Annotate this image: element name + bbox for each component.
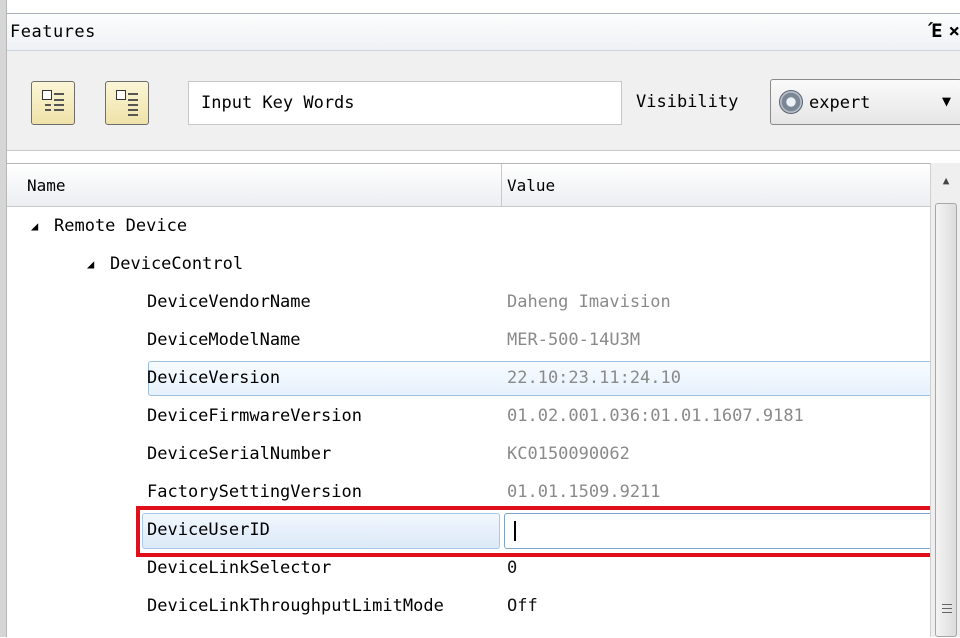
panel-title: Features bbox=[10, 22, 96, 42]
collapse-all-button[interactable] bbox=[105, 81, 149, 125]
expanded-toggle-icon[interactable]: ◢ bbox=[31, 219, 38, 233]
features-panel: Features Έ × Input Key Words Visibility … bbox=[0, 0, 960, 638]
grid-header: Name Value bbox=[7, 164, 930, 207]
row-value: Off bbox=[507, 596, 538, 616]
row-name: DeviceVendorName bbox=[147, 292, 311, 312]
tree-row-remote-device[interactable]: ◢ Remote Device bbox=[7, 207, 930, 245]
column-header-name[interactable]: Name bbox=[27, 176, 66, 195]
visibility-select[interactable]: expert ▼ bbox=[770, 79, 960, 125]
row-name: DeviceControl bbox=[110, 254, 244, 274]
expand-all-button[interactable] bbox=[31, 81, 75, 125]
visibility-value: expert bbox=[809, 93, 871, 113]
row-name: DeviceFirmwareVersion bbox=[147, 406, 362, 426]
feature-row-selected[interactable]: DeviceVersion 22.10:23.11:24.10 bbox=[7, 359, 937, 397]
column-header-value[interactable]: Value bbox=[507, 176, 555, 195]
toolbar: Input Key Words Visibility expert ▼ bbox=[7, 51, 960, 151]
float-icon[interactable]: Έ bbox=[931, 20, 942, 42]
row-value: 0 bbox=[507, 558, 518, 578]
feature-row[interactable]: DeviceVendorName Daheng Imavision bbox=[7, 283, 930, 321]
feature-row[interactable]: DeviceModelName MER-500-14U3M bbox=[7, 321, 930, 359]
grip-icon bbox=[942, 604, 952, 616]
row-name: DeviceLinkSelector bbox=[147, 558, 332, 578]
vertical-scrollbar[interactable]: ▲ bbox=[930, 163, 960, 637]
row-value: MER-500-14U3M bbox=[507, 330, 641, 350]
row-value: 22.10:23.11:24.10 bbox=[507, 368, 681, 388]
row-name: DeviceSerialNumber bbox=[147, 444, 332, 464]
scroll-thumb[interactable] bbox=[935, 203, 957, 637]
title-controls: Έ × bbox=[925, 20, 960, 42]
title-bar: Features Έ × bbox=[7, 13, 960, 51]
feature-row[interactable]: DeviceLinkSelector 0 bbox=[7, 549, 930, 587]
left-edge bbox=[0, 0, 7, 637]
collapse-all-icon bbox=[116, 90, 138, 116]
row-value: 01.02.001.036:01.01.1607.9181 bbox=[507, 406, 804, 426]
feature-grid: Name Value ◢ Remote Device ◢ DeviceContr… bbox=[7, 163, 949, 638]
row-name: FactorySettingVersion bbox=[147, 482, 362, 502]
row-value: KC0150090062 bbox=[507, 444, 630, 464]
row-value: Daheng Imavision bbox=[507, 292, 671, 312]
chevron-down-icon: ▼ bbox=[941, 92, 951, 110]
column-divider[interactable] bbox=[501, 164, 502, 206]
feature-row[interactable]: DeviceFirmwareVersion 01.02.001.036:01.0… bbox=[7, 397, 930, 435]
gear-icon bbox=[779, 90, 803, 114]
feature-row-editing[interactable]: DeviceUserID bbox=[7, 506, 949, 557]
tree-row-device-control[interactable]: ◢ DeviceControl bbox=[7, 245, 930, 283]
visibility-label: Visibility bbox=[636, 92, 739, 112]
expand-all-icon bbox=[42, 90, 64, 116]
row-value: 01.01.1509.9211 bbox=[507, 482, 661, 502]
feature-row[interactable]: DeviceSerialNumber KC0150090062 bbox=[7, 435, 930, 473]
scroll-up-icon[interactable]: ▲ bbox=[931, 163, 960, 199]
expanded-toggle-icon[interactable]: ◢ bbox=[87, 257, 94, 271]
row-name: DeviceLinkThroughputLimitMode bbox=[147, 596, 444, 616]
row-name: Remote Device bbox=[54, 216, 188, 236]
row-name: DeviceModelName bbox=[147, 330, 301, 350]
feature-row[interactable]: DeviceLinkThroughputLimitMode Off bbox=[7, 587, 930, 625]
search-input[interactable]: Input Key Words bbox=[188, 81, 622, 125]
close-icon[interactable]: × bbox=[949, 20, 960, 42]
row-name: DeviceVersion bbox=[147, 368, 281, 388]
